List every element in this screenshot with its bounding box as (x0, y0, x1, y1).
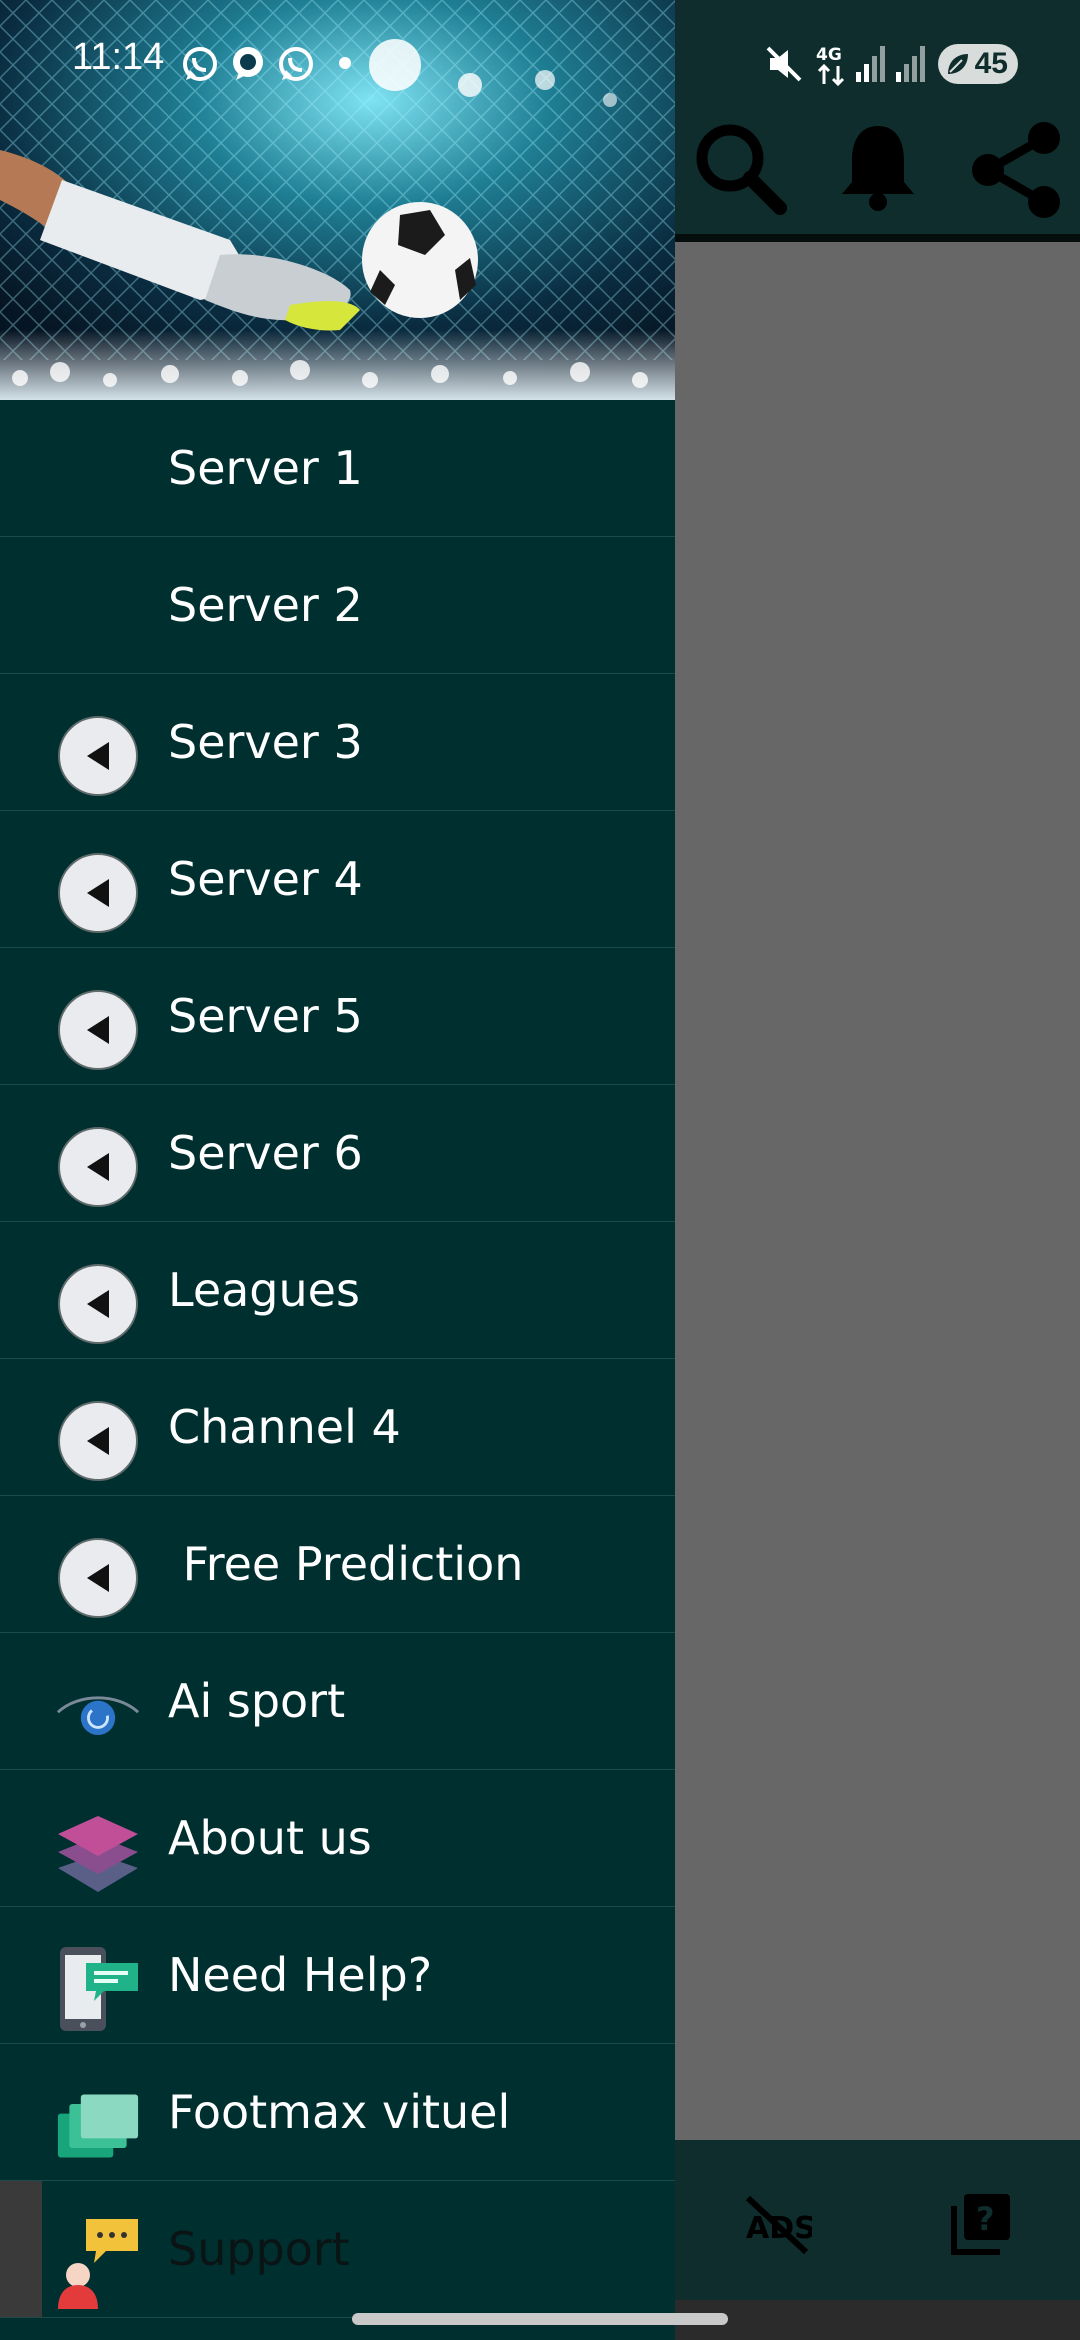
navigation-drawer: Server 1 Server 2 Server 3 Server 4 Serv… (0, 0, 675, 2340)
menu-item-label: Server 2 (168, 578, 363, 632)
play-back-icon (56, 1399, 140, 1483)
stacked-cards-icon (56, 2084, 140, 2168)
share-icon[interactable] (966, 120, 1066, 220)
menu-item-server-3[interactable]: Server 3 (0, 674, 675, 811)
battery-level: 45 (974, 47, 1008, 80)
play-back-icon (56, 714, 140, 798)
menu-item-support[interactable]: Support (0, 2181, 675, 2318)
menu-item-leagues[interactable]: Leagues (0, 1222, 675, 1359)
battery-indicator: 45 (938, 44, 1018, 84)
drawer-menu: Server 1 Server 2 Server 3 Server 4 Serv… (0, 400, 675, 2318)
menu-item-label: Server 4 (168, 852, 363, 906)
menu-item-server-1[interactable]: Server 1 (0, 400, 675, 537)
help-center-icon[interactable]: ? (950, 2190, 1014, 2256)
whatsapp-icon (183, 47, 217, 81)
menu-item-footmax-vituel[interactable]: Footmax vituel (0, 2044, 675, 2181)
menu-item-label: Free Prediction (168, 1537, 524, 1591)
menu-item-free-prediction[interactable]: Free Prediction (0, 1496, 675, 1633)
menu-item-label: Channel 4 (168, 1400, 401, 1454)
no-ads-icon[interactable]: ADS (742, 2192, 812, 2256)
home-indicator[interactable] (352, 2313, 728, 2325)
svg-text:?: ? (976, 2200, 995, 2238)
play-back-icon (56, 1536, 140, 1620)
battery-saver-icon (948, 54, 968, 74)
eye-icon (56, 1673, 140, 1757)
menu-item-label: Need Help? (168, 1948, 433, 2002)
menu-item-label: Server 5 (168, 989, 363, 1043)
menu-item-label: Leagues (168, 1263, 360, 1317)
menu-item-label: Server 3 (168, 715, 363, 769)
play-back-icon (56, 1262, 140, 1346)
menu-item-label: Server 1 (168, 441, 363, 495)
search-icon[interactable] (690, 118, 790, 218)
bell-icon[interactable] (838, 120, 918, 212)
chat-bubble-icon (233, 47, 263, 80)
status-bar: 11:14 4G 45 (0, 0, 1080, 130)
menu-item-channel-4[interactable]: Channel 4 (0, 1359, 675, 1496)
play-back-icon (56, 988, 140, 1072)
mute-icon (766, 46, 802, 82)
menu-item-label: Footmax vituel (168, 2085, 511, 2139)
menu-item-label: Server 6 (168, 1126, 363, 1180)
status-time: 11:14 (72, 36, 165, 78)
signal-icon (896, 46, 925, 82)
whatsapp-icon (279, 47, 313, 81)
menu-item-server-4[interactable]: Server 4 (0, 811, 675, 948)
svg-text:4G: 4G (816, 45, 842, 65)
menu-item-server-5[interactable]: Server 5 (0, 948, 675, 1085)
support-chat-icon (56, 2219, 140, 2309)
play-back-icon (56, 1125, 140, 1209)
menu-item-ai-sport[interactable]: Ai sport (0, 1633, 675, 1770)
menu-item-need-help[interactable]: Need Help? (0, 1907, 675, 2044)
phone-chat-icon (56, 1947, 140, 2031)
menu-item-label: About us (168, 1811, 372, 1865)
menu-item-server-6[interactable]: Server 6 (0, 1085, 675, 1222)
menu-item-about-us[interactable]: About us (0, 1770, 675, 1907)
menu-item-server-2[interactable]: Server 2 (0, 537, 675, 674)
play-back-icon (56, 851, 140, 935)
menu-item-label: Support (168, 2222, 350, 2276)
network-4g-icon: 4G (816, 45, 845, 86)
notification-dot-icon (339, 57, 351, 69)
menu-item-label: Ai sport (168, 1674, 346, 1728)
signal-icon (856, 46, 885, 82)
layers-icon (56, 1810, 140, 1894)
